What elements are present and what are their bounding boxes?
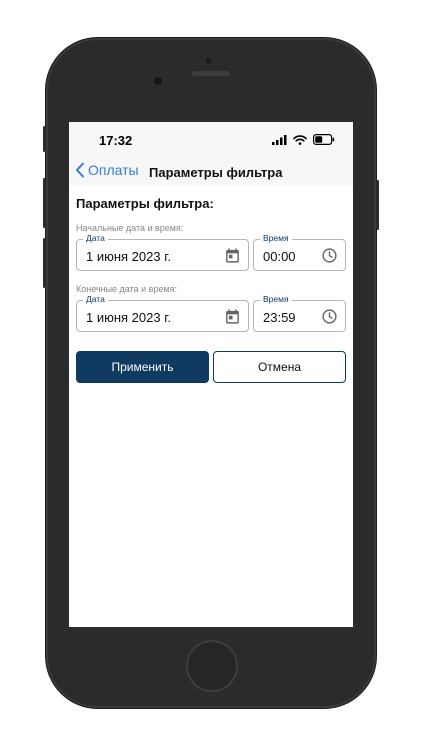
page-title: Параметры фильтра [149,165,283,180]
start-date-field[interactable]: Дата 1 июня 2023 г. [76,233,249,271]
chevron-left-icon [76,162,84,178]
status-time: 17:32 [99,133,133,148]
start-time-label: Время [260,233,292,243]
calendar-icon[interactable] [224,308,241,325]
end-section-label: Конечные дата и время: [76,284,178,294]
back-button-label: Оплаты [88,162,139,178]
earpiece-speaker [192,71,230,76]
volume-up-button [43,178,46,228]
end-date-field[interactable]: Дата 1 июня 2023 г. [76,294,249,332]
wifi-icon [293,134,307,145]
app-screen: 17:32 Оплаты Параметры фильтра Параметры… [69,122,353,627]
nav-bar: Оплаты Параметры фильтра [69,158,353,186]
start-time-field[interactable]: Время 00:00 [253,233,346,271]
end-date-label: Дата [83,294,108,304]
volume-down-button [43,238,46,288]
proximity-sensor [206,58,212,64]
clock-icon[interactable] [321,247,338,264]
end-time-value: 23:59 [263,310,296,325]
start-section-label: Начальные дата и время: [76,223,184,233]
end-time-field[interactable]: Время 23:59 [253,294,346,332]
power-button [376,180,379,230]
apply-button[interactable]: Применить [76,351,209,383]
status-icons [272,134,335,145]
end-time-label: Время [260,294,292,304]
clock-icon[interactable] [321,308,338,325]
back-button[interactable]: Оплаты [75,162,139,178]
home-button[interactable] [186,640,238,692]
battery-icon [313,134,335,145]
cancel-button[interactable]: Отмена [213,351,346,383]
start-time-value: 00:00 [263,249,296,264]
status-bar: 17:32 [69,122,353,158]
end-date-value: 1 июня 2023 г. [86,310,171,325]
start-date-label: Дата [83,233,108,243]
filter-form: Параметры фильтра: Начальные дата и врем… [69,186,353,627]
form-heading: Параметры фильтра: [76,196,214,211]
signal-icon [272,134,287,145]
calendar-icon[interactable] [224,247,241,264]
front-camera [154,77,162,85]
start-date-value: 1 июня 2023 г. [86,249,171,264]
mute-switch [43,126,46,152]
